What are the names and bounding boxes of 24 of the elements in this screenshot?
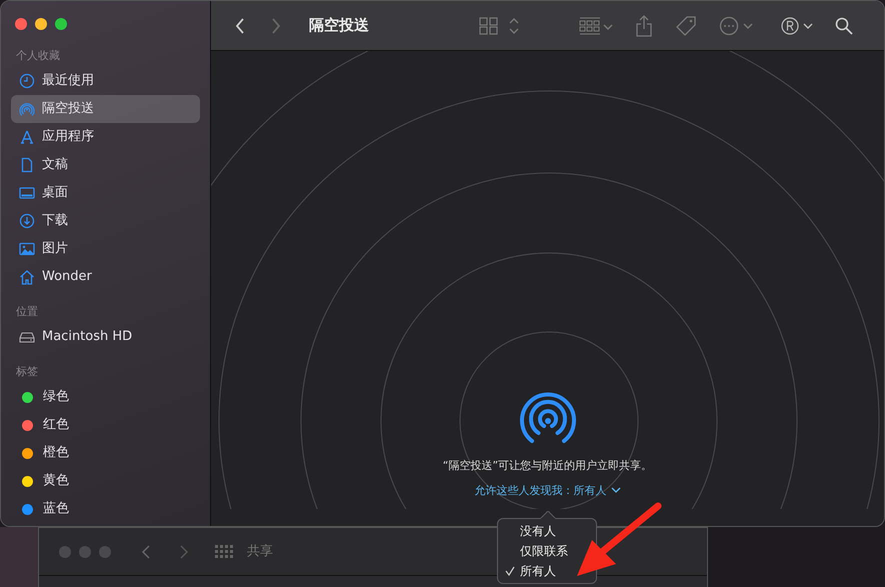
menu-item[interactable]: 仅限联系 xyxy=(520,544,568,558)
menu-item[interactable]: 没有人 xyxy=(520,524,556,538)
section-heading: 个人收藏 xyxy=(15,48,61,64)
section-heading: 位置 xyxy=(15,304,39,320)
sidebar-item[interactable]: 橙色 xyxy=(11,439,200,467)
sidebar-item[interactable]: 最近使用 xyxy=(11,67,200,95)
sidebar-item[interactable]: 蓝色 xyxy=(11,495,200,523)
window-title: 隔空投送 xyxy=(309,15,369,36)
discoverable-link[interactable]: 允许这些人发现我：所有人 xyxy=(474,482,620,499)
sidebar-item[interactable]: 桌面 xyxy=(11,179,200,207)
sidebar-item[interactable]: Macintosh HD xyxy=(11,323,200,351)
sidebar-item[interactable]: 绿色 xyxy=(11,383,200,411)
sidebar-item[interactable]: 应用程序 xyxy=(11,123,200,151)
window-title: 共享 xyxy=(247,542,273,561)
sidebar-item[interactable]: 图片 xyxy=(11,235,200,263)
menu-item[interactable]: 所有人 xyxy=(520,564,556,578)
section-heading: 标签 xyxy=(15,364,39,380)
sidebar-item[interactable]: 文稿 xyxy=(11,151,200,179)
sidebar-item[interactable]: 黄色 xyxy=(11,467,200,495)
airdrop-description: “隔空投送”可让您与附近的用户立即共享。 xyxy=(442,458,652,474)
sidebar-item[interactable]: Wonder xyxy=(11,263,200,291)
sidebar-item[interactable]: 红色 xyxy=(11,411,200,439)
sidebar-item[interactable]: 隔空投送 xyxy=(11,95,200,123)
sidebar-item[interactable]: 下载 xyxy=(11,207,200,235)
